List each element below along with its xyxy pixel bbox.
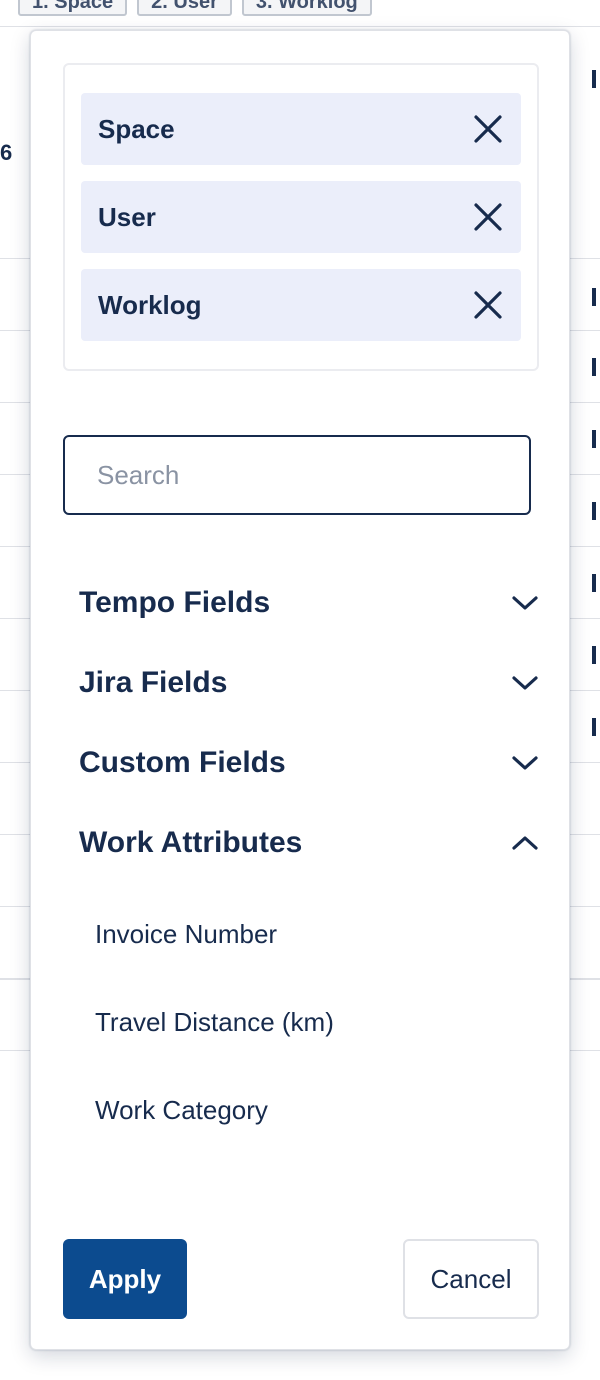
close-icon[interactable] xyxy=(473,114,503,144)
section-tempo-fields[interactable]: Tempo Fields xyxy=(79,579,539,627)
selected-field-chip[interactable]: Worklog xyxy=(81,269,521,341)
chip-label: User xyxy=(98,201,156,232)
selected-field-chip[interactable]: Space xyxy=(81,93,521,165)
table-cell-fragment xyxy=(592,574,596,592)
close-icon[interactable] xyxy=(473,290,503,320)
chevron-down-icon xyxy=(512,756,538,770)
search-input[interactable] xyxy=(63,435,531,515)
attribute-option[interactable]: Work Category xyxy=(95,1095,268,1126)
attribute-option[interactable]: Travel Distance (km) xyxy=(95,1007,334,1038)
cancel-button[interactable]: Cancel xyxy=(403,1239,539,1319)
chevron-down-icon xyxy=(512,596,538,610)
table-divider xyxy=(0,26,600,27)
selected-fields-box: Space User Worklog xyxy=(63,63,539,371)
table-cell-fragment xyxy=(592,288,596,306)
table-cell-fragment xyxy=(592,358,596,376)
background-tab[interactable]: 2. User xyxy=(137,0,232,16)
section-label: Tempo Fields xyxy=(79,586,271,619)
chip-label: Worklog xyxy=(98,289,202,320)
section-work-attributes[interactable]: Work Attributes xyxy=(79,819,539,867)
chevron-up-icon xyxy=(512,836,538,850)
close-icon[interactable] xyxy=(473,202,503,232)
chip-label: Space xyxy=(98,113,175,144)
apply-button[interactable]: Apply xyxy=(63,1239,187,1319)
table-cell-fragment xyxy=(592,718,596,736)
selected-field-chip[interactable]: User xyxy=(81,181,521,253)
table-cell-fragment xyxy=(592,70,596,88)
chevron-down-icon xyxy=(512,676,538,690)
background-tabs: 1. Space 2. User 3. Worklog xyxy=(18,0,372,16)
attribute-option[interactable]: Invoice Number xyxy=(95,919,277,950)
table-cell-value: 6 xyxy=(0,140,13,165)
table-cell-fragment xyxy=(592,502,596,520)
background-tab[interactable]: 1. Space xyxy=(18,0,128,16)
table-cell-fragment xyxy=(592,646,596,664)
background-tab[interactable]: 3. Worklog xyxy=(241,0,372,16)
section-jira-fields[interactable]: Jira Fields xyxy=(79,659,539,707)
table-cell-fragment xyxy=(592,430,596,448)
field-picker-popover: Space User Worklog Tempo Fields Jira Fie… xyxy=(30,30,570,1350)
section-label: Jira Fields xyxy=(79,666,228,699)
section-custom-fields[interactable]: Custom Fields xyxy=(79,739,539,787)
section-label: Custom Fields xyxy=(79,746,286,779)
section-label: Work Attributes xyxy=(79,826,303,859)
